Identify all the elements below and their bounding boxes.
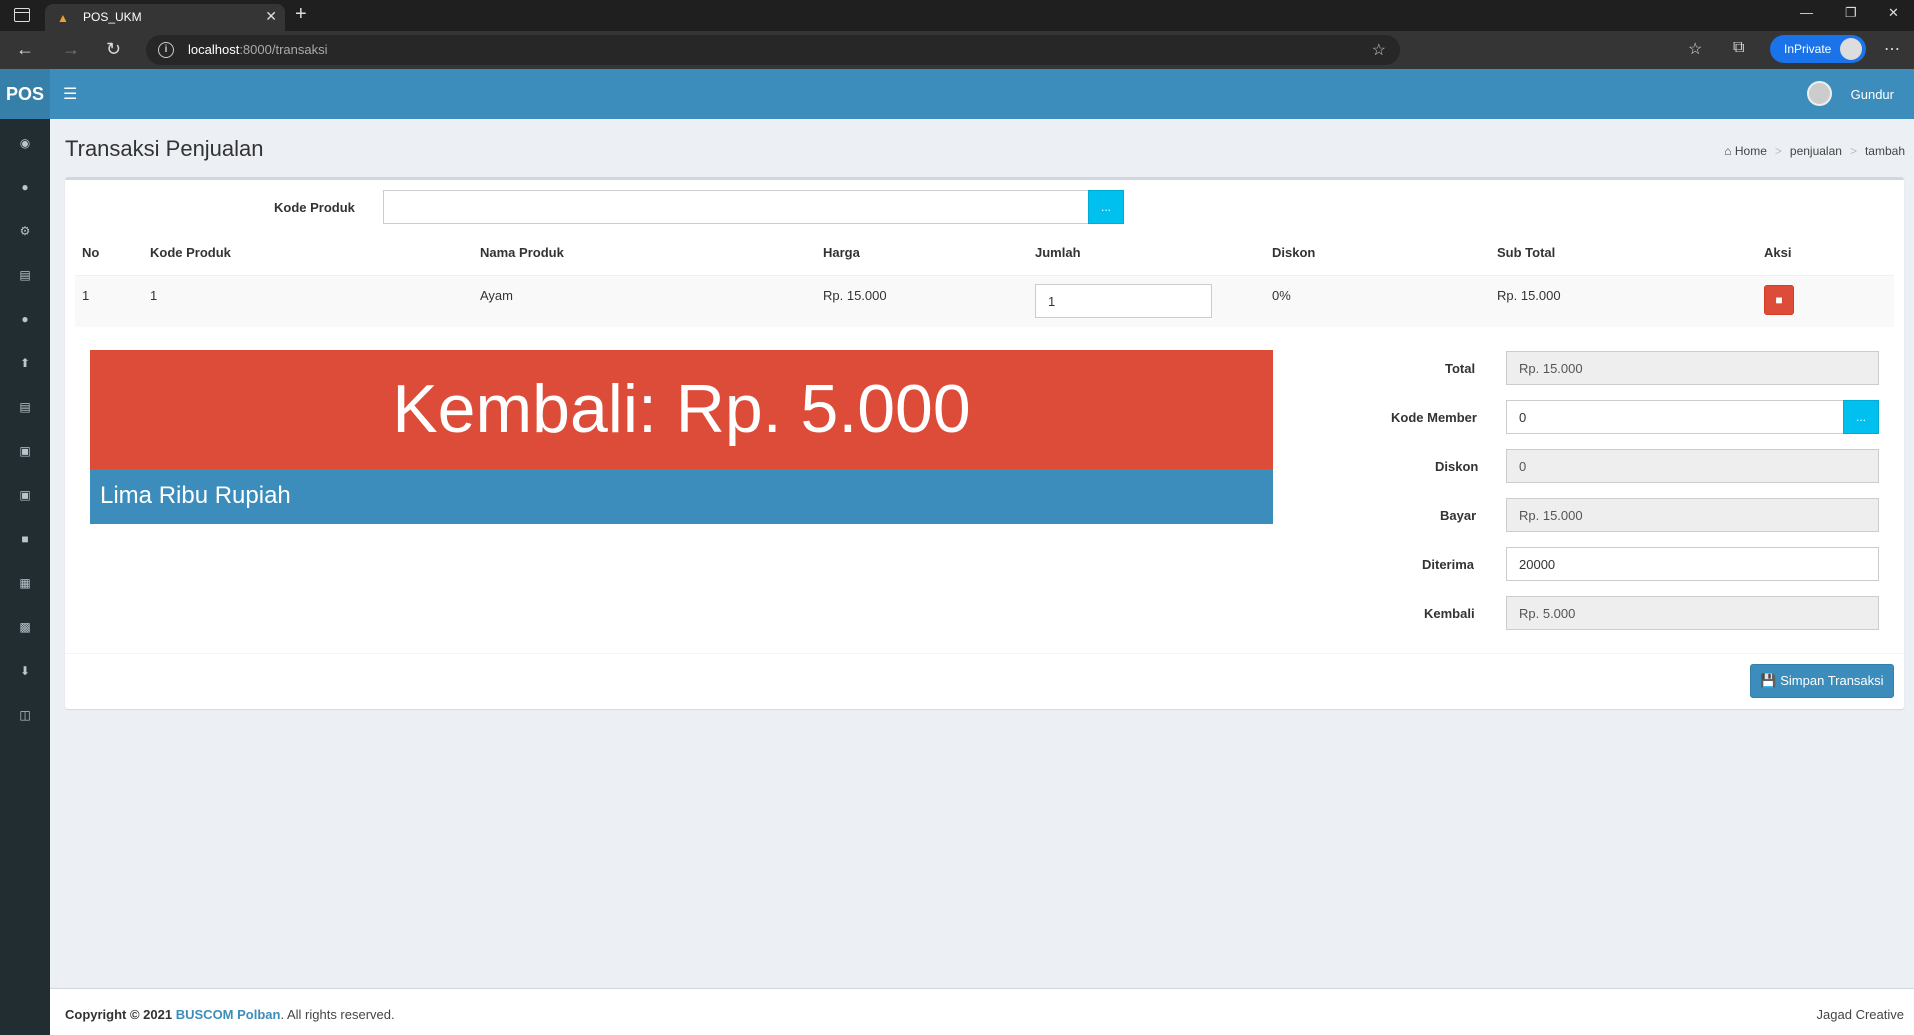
more-options-icon[interactable]: ⋯ — [1884, 39, 1900, 59]
copyright-suffix: . All rights reserved. — [280, 1007, 395, 1022]
browser-tab[interactable]: ▲ POS_UKM ✕ — [45, 4, 285, 31]
box-footer: 💾 Simpan Transaksi — [65, 653, 1904, 709]
copyright-prefix: Copyright © 2021 — [65, 1007, 173, 1022]
kembali-label: Kembali — [1424, 606, 1475, 621]
kembali-display: Kembali: Rp. 5.000 — [90, 350, 1273, 469]
diterima-label: Diterima — [1422, 557, 1475, 572]
app-logo[interactable]: POS — [0, 69, 50, 119]
tab-title: POS_UKM — [83, 10, 142, 24]
total-label: Total — [1445, 361, 1476, 376]
cell-harga: Rp. 15.000 — [823, 288, 887, 303]
browser-titlebar: ▲ POS_UKM ✕ + — ❐ ✕ — [0, 0, 1914, 31]
truck-icon[interactable]: ▩ — [15, 619, 35, 635]
kode-produk-browse-button[interactable]: ... — [1088, 190, 1124, 224]
col-header-aksi: Aksi — [1764, 245, 1792, 260]
simpan-transaksi-label: Simpan Transaksi — [1780, 673, 1884, 688]
upload-icon[interactable]: ⬆ — [15, 355, 35, 371]
favorite-star-icon[interactable]: ☆ — [1372, 40, 1386, 60]
diskon-field — [1506, 449, 1879, 483]
total-field — [1506, 351, 1879, 385]
kode-member-input[interactable] — [1506, 400, 1845, 434]
terbilang-display: Lima Ribu Rupiah — [90, 469, 1273, 524]
page-title: Transaksi Penjualan — [65, 136, 264, 161]
credit-card-icon[interactable]: ▤ — [15, 267, 35, 283]
collections-icon[interactable]: ⧉ — [1733, 39, 1744, 57]
sidebar: ◉ ● ⚙ ▤ ● ⬆ ▤ ▣ ▣ ■ ▦ ▩ ⬇ ◫ — [0, 119, 50, 1035]
user-name: Gundur — [1850, 87, 1894, 102]
cell-subtotal: Rp. 15.000 — [1497, 288, 1561, 303]
site-info-icon[interactable]: i — [158, 42, 174, 58]
tab-favicon-icon: ▲ — [57, 11, 69, 25]
sidebar-toggle-icon[interactable]: ☰ — [63, 84, 77, 104]
col-header-nama: Nama Produk — [480, 245, 564, 260]
cube-icon[interactable]: ■ — [15, 531, 35, 547]
home-icon: ⌂ — [1724, 144, 1732, 158]
trash-icon: ■ — [1775, 293, 1783, 307]
breadcrumb-tambah: tambah — [1864, 144, 1905, 158]
breadcrumb-penjualan[interactable]: penjualan — [1790, 144, 1842, 158]
footer-credit: Jagad Creative — [1816, 1007, 1904, 1022]
save-icon: 💾 — [1760, 673, 1777, 688]
cell-nama: Ayam — [480, 288, 513, 303]
cell-no: 1 — [82, 288, 90, 303]
kode-produk-label: Kode Produk — [274, 200, 355, 215]
favorites-icon[interactable]: ☆ — [1688, 39, 1702, 59]
cubes-icon[interactable]: ▦ — [15, 575, 35, 591]
table-row: 1 1 Ayam Rp. 15.000 0% Rp. 15.000 ■ — [75, 275, 1894, 327]
breadcrumb: ⌂ Home > penjualan > tambah — [1724, 144, 1905, 158]
window-menu-icon[interactable] — [14, 8, 30, 22]
col-header-diskon: Diskon — [1272, 245, 1316, 260]
main-footer: Copyright © 2021 BUSCOM Polban. All righ… — [50, 988, 1914, 1035]
download-icon[interactable]: ⬇ — [15, 663, 35, 679]
tab-close-icon[interactable]: ✕ — [265, 8, 277, 25]
refresh-icon[interactable]: ↻ — [106, 39, 121, 60]
restore-icon[interactable]: ❐ — [1845, 5, 1857, 21]
new-tab-icon[interactable]: + — [295, 3, 307, 26]
user-avatar — [1807, 81, 1832, 106]
browser-toolbar: ← → ↻ i localhost:8000/transaksi ☆ ☆ ⧉ I… — [0, 31, 1914, 69]
col-header-kode: Kode Produk — [150, 245, 231, 260]
copyright-text: Copyright © 2021 BUSCOM Polban. All righ… — [65, 1007, 395, 1022]
col-header-harga: Harga — [823, 245, 860, 260]
col-header-jumlah: Jumlah — [1035, 245, 1081, 260]
simpan-transaksi-button[interactable]: 💾 Simpan Transaksi — [1750, 664, 1894, 698]
window-close-icon[interactable]: ✕ — [1888, 5, 1899, 21]
bayar-label: Bayar — [1440, 508, 1477, 523]
kode-member-browse-button[interactable]: ... — [1843, 400, 1879, 434]
delete-row-button[interactable]: ■ — [1764, 285, 1794, 315]
org-link[interactable]: BUSCOM Polban — [176, 1007, 281, 1022]
url-text: localhost:8000/transaksi — [188, 42, 328, 57]
address-bar[interactable]: i localhost:8000/transaksi ☆ — [146, 35, 1400, 65]
money-icon[interactable]: ▣ — [15, 487, 35, 503]
user-menu[interactable]: Gundur — [1784, 81, 1894, 107]
forward-icon[interactable]: → — [62, 39, 80, 60]
content-header: Transaksi Penjualan ⌂ Home > penjualan > tam… — [65, 134, 1905, 164]
kode-member-label: Kode Member — [1391, 410, 1477, 425]
jumlah-input[interactable] — [1035, 284, 1212, 318]
user-icon[interactable]: ● — [15, 179, 35, 195]
col-header-no: No — [82, 245, 100, 260]
kembali-field — [1506, 596, 1879, 630]
transaction-box: Kode Produk ... No Kode Produk Nama Prod… — [65, 177, 1904, 709]
money-icon[interactable]: ▣ — [15, 443, 35, 459]
breadcrumb-home[interactable]: Home — [1735, 144, 1767, 158]
cell-kode: 1 — [150, 288, 158, 303]
pdf-file-icon[interactable]: ▤ — [15, 399, 35, 415]
user-icon[interactable]: ● — [15, 311, 35, 327]
diterima-input[interactable] — [1506, 547, 1879, 581]
app-header: POS ☰ Gundur — [0, 69, 1914, 119]
cart-icon[interactable]: ◫ — [15, 707, 35, 723]
cogs-icon[interactable]: ⚙ — [15, 223, 35, 239]
cell-diskon: 0% — [1272, 288, 1291, 303]
bayar-field — [1506, 498, 1879, 532]
diskon-label: Diskon — [1435, 459, 1479, 474]
kode-produk-input[interactable] — [383, 190, 1090, 224]
back-icon[interactable]: ← — [16, 39, 34, 60]
col-header-subtotal: Sub Total — [1497, 245, 1556, 260]
dashboard-icon[interactable]: ◉ — [15, 135, 35, 151]
inprivate-badge[interactable]: InPrivate — [1770, 35, 1866, 63]
minimize-icon[interactable]: — — [1800, 5, 1813, 20]
profile-avatar-icon — [1840, 38, 1862, 60]
